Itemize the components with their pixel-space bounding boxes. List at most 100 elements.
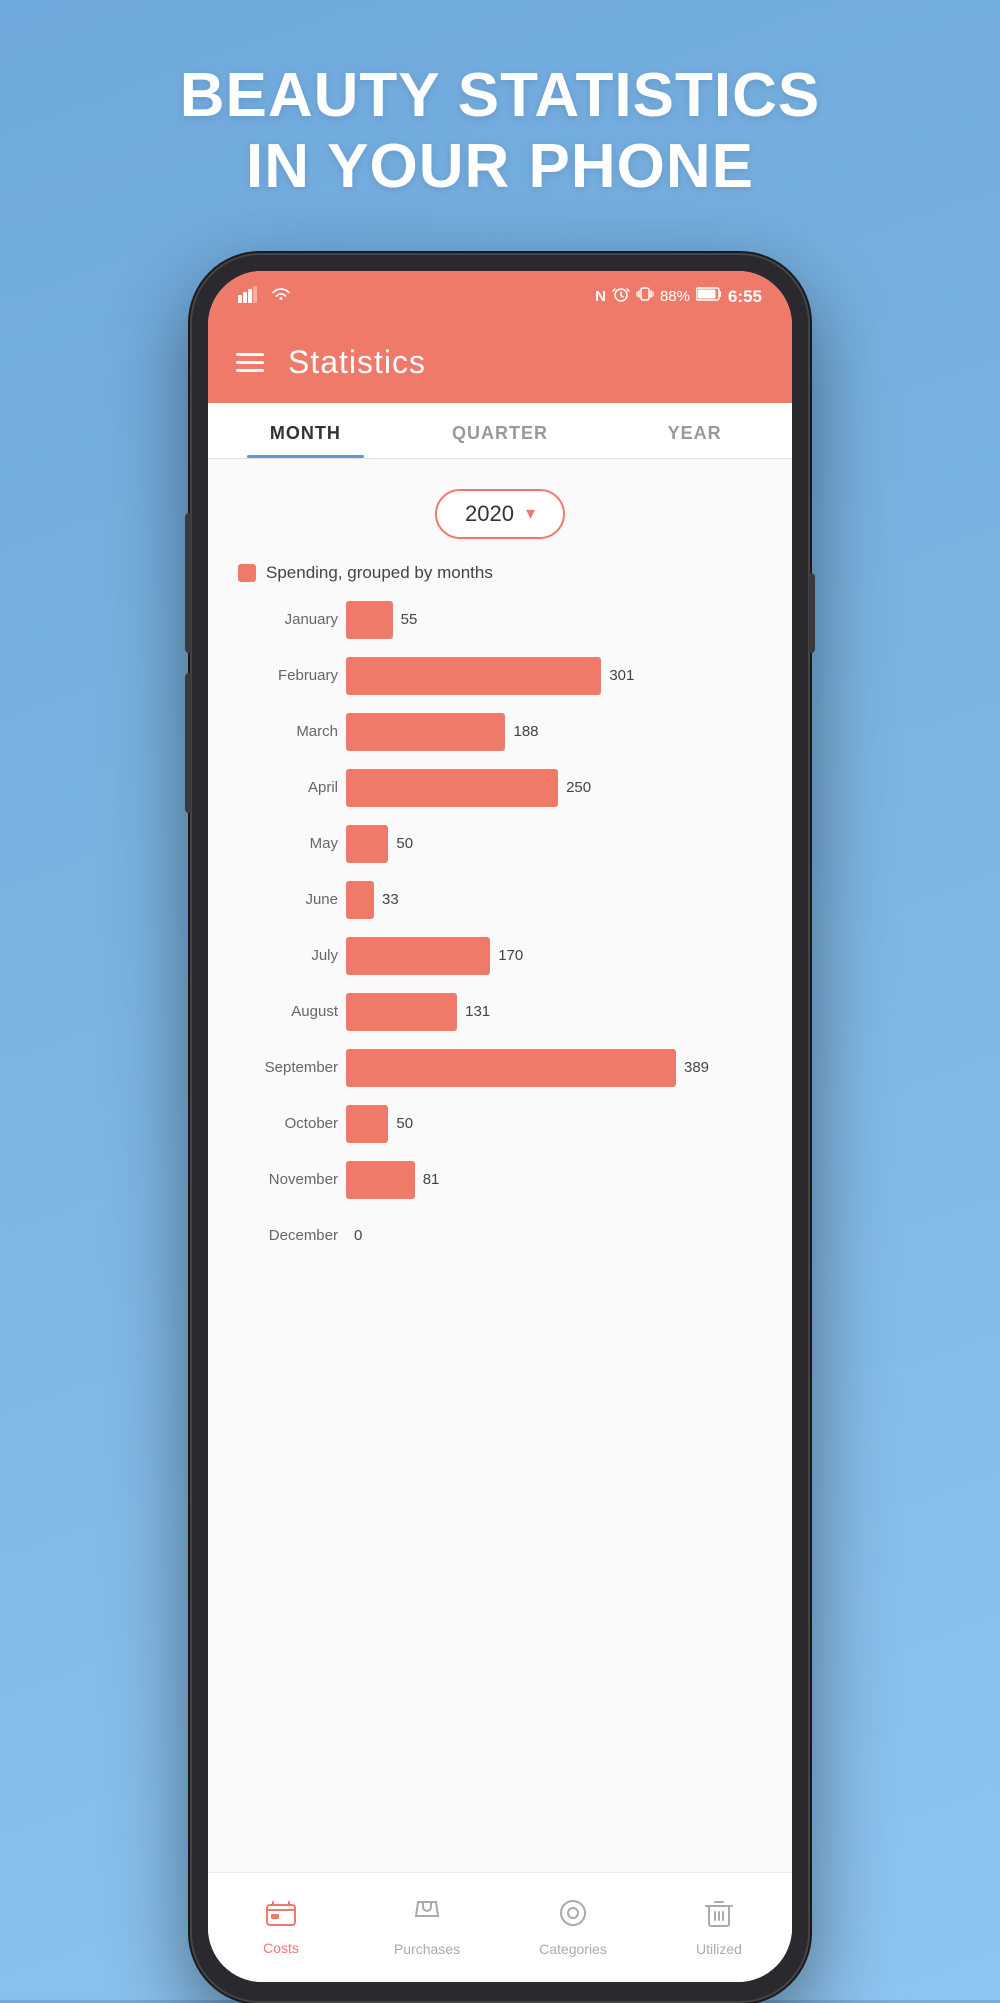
bar-fill <box>346 825 388 863</box>
bar-month-label: August <box>228 1003 338 1020</box>
bar-value-label: 170 <box>498 947 523 964</box>
bar-track: 389 <box>346 1049 772 1087</box>
bar-row: February 301 <box>228 657 772 695</box>
bar-month-label: October <box>228 1115 338 1132</box>
bar-fill <box>346 657 601 695</box>
bar-month-label: May <box>228 835 338 852</box>
bar-fill <box>346 601 393 639</box>
bar-row: May 50 <box>228 825 772 863</box>
battery-icon <box>696 287 722 306</box>
vibrate-icon <box>636 285 654 308</box>
costs-icon <box>265 1899 297 1934</box>
utilized-icon <box>705 1898 733 1935</box>
status-bar: N <box>208 271 792 323</box>
bar-month-label: March <box>228 723 338 740</box>
bar-fill <box>346 769 558 807</box>
tab-quarter[interactable]: QUARTER <box>403 403 598 458</box>
bar-row: November 81 <box>228 1161 772 1199</box>
nfc-indicator: N <box>595 288 606 305</box>
bar-value-label: 188 <box>513 723 538 740</box>
bar-chart: January 55 February 301 March 188 April 250 May 5… <box>228 601 772 1255</box>
alarm-icon <box>612 285 630 308</box>
bar-month-label: April <box>228 779 338 796</box>
phone-screen: N <box>208 271 792 1982</box>
hero-title: BEAUTY STATISTICS IN YOUR PHONE <box>180 60 820 203</box>
legend-text: Spending, grouped by months <box>266 563 493 583</box>
bar-row: March 188 <box>228 713 772 751</box>
nav-item-costs[interactable]: Costs <box>208 1873 354 1982</box>
bar-value-label: 0 <box>354 1227 362 1244</box>
bar-month-label: June <box>228 891 338 908</box>
clock-time: 6:55 <box>728 287 762 307</box>
bar-value-label: 55 <box>401 611 418 628</box>
wifi-icon <box>270 286 292 307</box>
bar-fill <box>346 1105 388 1143</box>
content-area: 2020 ▾ Spending, grouped by months Janua… <box>208 459 792 1872</box>
chart-area: Spending, grouped by months January 55 Feb… <box>208 563 792 1255</box>
year-value: 2020 <box>465 501 514 527</box>
year-selector[interactable]: 2020 ▾ <box>435 489 565 539</box>
tab-month[interactable]: MONTH <box>208 403 403 458</box>
bar-track: 81 <box>346 1161 772 1199</box>
bar-value-label: 389 <box>684 1059 709 1076</box>
bar-month-label: January <box>228 611 338 628</box>
bar-track: 301 <box>346 657 772 695</box>
bar-value-label: 250 <box>566 779 591 796</box>
bar-month-label: July <box>228 947 338 964</box>
bar-value-label: 301 <box>609 667 634 684</box>
bar-fill <box>346 1161 415 1199</box>
chevron-down-icon: ▾ <box>526 503 535 524</box>
bar-track: 131 <box>346 993 772 1031</box>
bar-row: January 55 <box>228 601 772 639</box>
tab-bar: MONTH QUARTER YEAR <box>208 403 792 459</box>
status-left <box>238 285 292 308</box>
nav-item-purchases[interactable]: Purchases <box>354 1873 500 1982</box>
bar-track: 170 <box>346 937 772 975</box>
bar-value-label: 33 <box>382 891 399 908</box>
bar-row: October 50 <box>228 1105 772 1143</box>
chart-legend: Spending, grouped by months <box>228 563 772 583</box>
status-right: N <box>595 285 762 308</box>
nav-item-categories[interactable]: Categories <box>500 1873 646 1982</box>
nav-label-categories: Categories <box>539 1941 607 1957</box>
battery-pct: 88% <box>660 288 690 305</box>
bar-month-label: February <box>228 667 338 684</box>
bar-track: 50 <box>346 825 772 863</box>
bar-value-label: 131 <box>465 1003 490 1020</box>
bar-fill <box>346 993 457 1031</box>
bar-row: July 170 <box>228 937 772 975</box>
bar-month-label: December <box>228 1227 338 1244</box>
bar-track: 55 <box>346 601 772 639</box>
bar-value-label: 50 <box>396 1115 413 1132</box>
purchases-icon <box>412 1898 442 1935</box>
phone-mockup: N <box>190 253 810 2000</box>
bar-row: December 0 <box>228 1217 772 1255</box>
signal-icon <box>238 285 262 308</box>
app-title: Statistics <box>288 344 426 381</box>
app-header: Statistics <box>208 323 792 403</box>
bar-row: September 389 <box>228 1049 772 1087</box>
bar-track: 33 <box>346 881 772 919</box>
bar-value-label: 81 <box>423 1171 440 1188</box>
bar-value-label: 50 <box>396 835 413 852</box>
nav-label-purchases: Purchases <box>394 1941 460 1957</box>
nav-label-costs: Costs <box>263 1940 299 1956</box>
bottom-nav: Costs Purchases Categories Utilized <box>208 1872 792 1982</box>
bar-fill <box>346 713 505 751</box>
bar-track: 50 <box>346 1105 772 1143</box>
bar-track: 0 <box>346 1217 772 1255</box>
bar-fill <box>346 1049 676 1087</box>
bar-month-label: November <box>228 1171 338 1188</box>
bar-track: 250 <box>346 769 772 807</box>
bar-fill <box>346 937 490 975</box>
bar-row: August 131 <box>228 993 772 1031</box>
bar-month-label: September <box>228 1059 338 1076</box>
bar-track: 188 <box>346 713 772 751</box>
legend-color-swatch <box>238 564 256 582</box>
year-selector-wrap: 2020 ▾ <box>208 489 792 539</box>
bar-fill <box>346 881 374 919</box>
nav-item-utilized[interactable]: Utilized <box>646 1873 792 1982</box>
nav-label-utilized: Utilized <box>696 1941 742 1957</box>
menu-icon[interactable] <box>236 353 264 372</box>
tab-year[interactable]: YEAR <box>597 403 792 458</box>
